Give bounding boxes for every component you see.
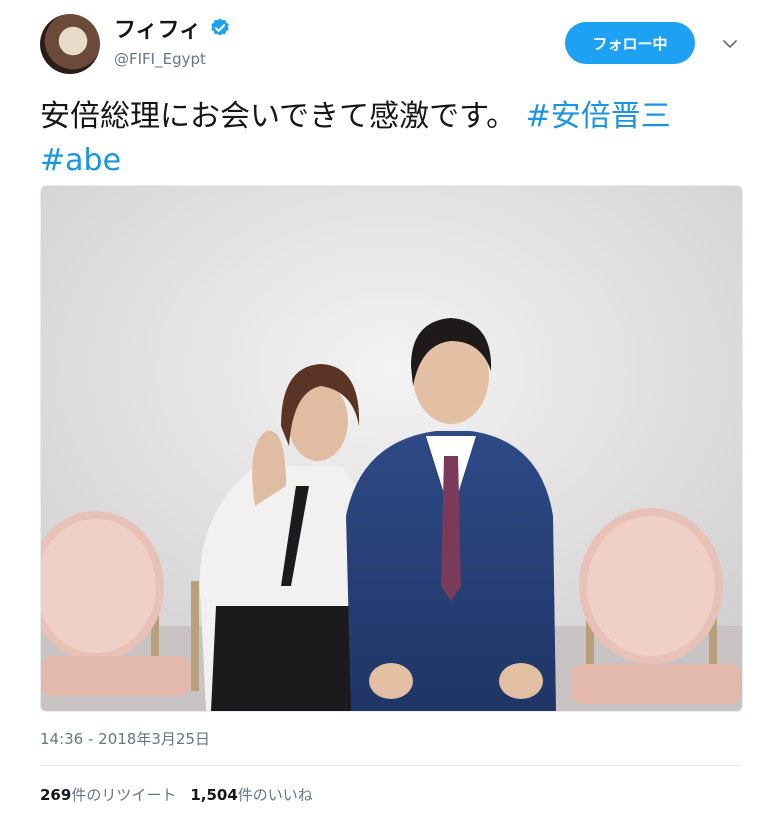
name-row: フィフィ — [114, 12, 231, 44]
hashtag-link[interactable]: #abe — [40, 143, 121, 178]
retweets-label: 件のリツイート — [71, 786, 177, 804]
divider — [40, 765, 741, 766]
likes-count: 1,504 — [190, 786, 238, 804]
retweets-count: 269 — [40, 786, 72, 804]
likes-stat[interactable]: 1,504件のいいね — [190, 784, 312, 805]
tweet-header: フィフィ @FIFI_Egypt フォロー中 — [0, 0, 781, 90]
user-handle[interactable]: @FIFI_Egypt — [114, 50, 206, 68]
likes-label: 件のいいね — [237, 786, 313, 804]
tweet-body: 安倍総理にお会いできて感激です。 — [40, 99, 517, 134]
following-button[interactable]: フォロー中 — [565, 22, 695, 64]
hashtag-link[interactable]: #安倍晋三 — [526, 99, 671, 134]
tweet-text: 安倍総理にお会いできて感激です。 #安倍晋三 #abe — [40, 95, 740, 183]
verified-badge-icon — [209, 17, 231, 39]
tweet-timestamp[interactable]: 14:36 - 2018年3月25日 — [40, 728, 210, 749]
retweets-stat[interactable]: 269件のリツイート — [40, 784, 176, 805]
chevron-down-icon[interactable] — [720, 34, 740, 54]
display-name[interactable]: フィフィ — [114, 12, 201, 44]
avatar[interactable] — [40, 14, 100, 74]
tweet-stats: 269件のリツイート 1,504件のいいね — [40, 784, 327, 805]
tweet-photo[interactable] — [40, 185, 743, 712]
